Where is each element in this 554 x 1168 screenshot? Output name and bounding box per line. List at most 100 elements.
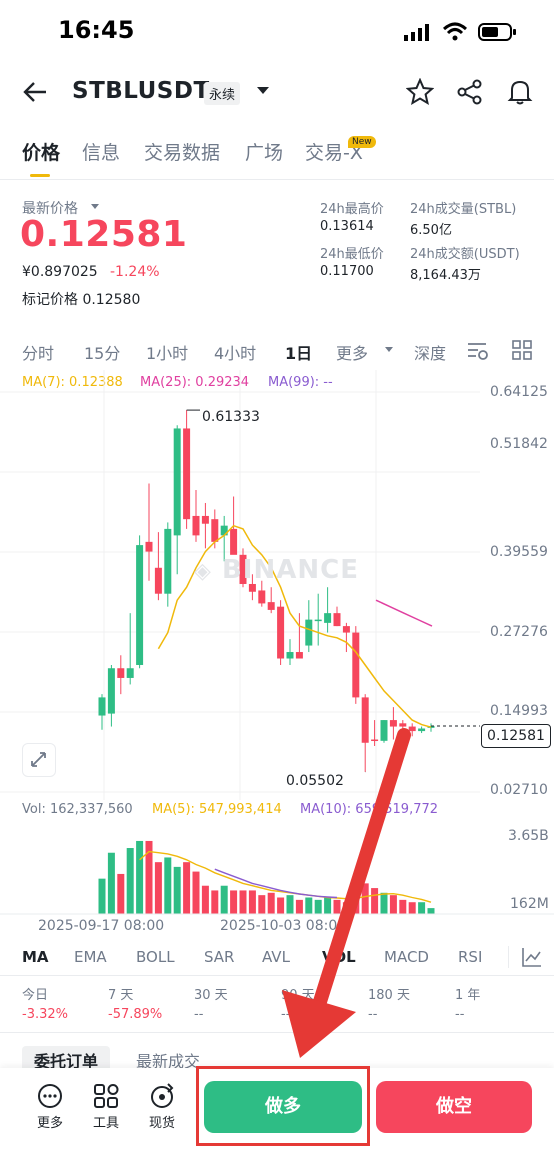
- perf-label: 30 天: [194, 988, 228, 1003]
- perf-value: --: [194, 1007, 204, 1022]
- fullscreen-button[interactable]: [22, 743, 56, 777]
- perf-value: -57.89%: [108, 1007, 163, 1022]
- interval-timeline[interactable]: 分时: [22, 340, 54, 364]
- indicator-rsi[interactable]: RSI: [458, 948, 482, 966]
- volume-bar: [314, 899, 322, 914]
- interval-1d[interactable]: 1日: [285, 340, 312, 364]
- spot-button[interactable]: [142, 1080, 182, 1116]
- candle-body: [361, 697, 369, 743]
- more-label[interactable]: 更多: [30, 1112, 70, 1131]
- vol-y-bottom: 162M: [510, 896, 549, 912]
- short-button[interactable]: 做空: [376, 1081, 532, 1133]
- wifi-icon: [442, 22, 468, 41]
- back-arrow-icon[interactable]: [22, 80, 48, 104]
- candle-body: [258, 590, 266, 604]
- caret-down-icon[interactable]: [256, 86, 270, 96]
- indicator-ema[interactable]: EMA: [74, 948, 107, 966]
- volume-bar: [267, 892, 275, 914]
- volume-bar: [427, 908, 435, 914]
- volume-bar: [380, 892, 388, 914]
- indicator-macd[interactable]: MACD: [384, 948, 429, 966]
- perf-label: 7 天: [108, 988, 134, 1003]
- star-icon[interactable]: [406, 78, 434, 106]
- perf-label: 1 年: [455, 988, 481, 1003]
- volume-bar: [211, 890, 219, 914]
- indicator-ma[interactable]: MA: [22, 948, 49, 966]
- tab-price[interactable]: 价格: [22, 138, 60, 165]
- volume-bar: [248, 890, 256, 914]
- x-tick-label: 2025-09-17 08:00: [38, 918, 165, 934]
- caret-down-icon[interactable]: [384, 346, 394, 354]
- volume-bar: [361, 883, 369, 914]
- interval-4h[interactable]: 4小时: [214, 340, 256, 364]
- indicator-vol[interactable]: VOL: [322, 948, 356, 966]
- y-tick-label: 0.14993: [490, 703, 548, 719]
- interval-more[interactable]: 更多: [336, 340, 368, 364]
- tools-grid-icon: [94, 1084, 119, 1108]
- vol-usdt-label: 24h成交额(USDT): [410, 247, 520, 262]
- tab-trading-data[interactable]: 交易数据: [144, 138, 220, 165]
- tab-square[interactable]: 广场: [245, 138, 283, 165]
- battery-icon: [478, 23, 516, 41]
- share-icon[interactable]: [456, 78, 484, 106]
- x-tick-label: 2025-10-03 08:00: [220, 918, 347, 934]
- indicator-sar[interactable]: SAR: [204, 948, 234, 966]
- highlight-box: [196, 1066, 370, 1146]
- caret-down-icon[interactable]: [90, 203, 100, 211]
- price-chart[interactable]: [0, 370, 554, 800]
- tab-info[interactable]: 信息: [82, 138, 120, 165]
- perf-label: 180 天: [368, 988, 410, 1003]
- volume-bar: [126, 848, 134, 914]
- candle-body: [211, 519, 219, 542]
- volume-bar: [136, 840, 144, 914]
- candle-body: [295, 652, 303, 659]
- high-24h-value: 0.13614: [320, 219, 374, 234]
- interval-depth[interactable]: 深度: [414, 340, 446, 364]
- perf-value: --: [368, 1007, 378, 1022]
- volume-chart[interactable]: [0, 820, 554, 916]
- indicator-settings-icon[interactable]: [466, 340, 490, 362]
- perf-value: -3.32%: [22, 1007, 68, 1022]
- volume-bar: [277, 897, 285, 914]
- candle-body: [408, 726, 416, 732]
- y-tick-label: 0.51842: [490, 436, 548, 452]
- interval-15m[interactable]: 15分: [84, 340, 120, 364]
- tools-label[interactable]: 工具: [86, 1112, 126, 1131]
- interval-1h[interactable]: 1小时: [146, 340, 188, 364]
- y-tick-label: 0.02710: [490, 782, 548, 798]
- layout-grid-icon[interactable]: [511, 339, 533, 361]
- candle-body: [98, 697, 106, 716]
- candle-body: [305, 619, 313, 646]
- interval-bar: 分时 15分 1小时 4小时 1日 更多 深度: [0, 336, 554, 364]
- indicator-bar: MA EMA BOLL SAR AVL VOL MACD RSI: [0, 940, 554, 976]
- candle-body: [183, 428, 191, 520]
- more-button[interactable]: [30, 1080, 70, 1116]
- y-tick-label: 0.27276: [490, 624, 548, 640]
- cny-price: ¥0.897025: [22, 264, 98, 280]
- contract-tag: 永续: [204, 82, 241, 105]
- volume-bar: [239, 890, 247, 914]
- volume-bar: [192, 871, 200, 914]
- bell-icon[interactable]: [506, 78, 534, 106]
- vol-usdt-value: 8,164.43万: [410, 268, 481, 283]
- candle-body: [201, 515, 209, 524]
- tools-button[interactable]: [86, 1080, 126, 1116]
- perf-label: 90 天: [281, 988, 315, 1003]
- indicator-boll[interactable]: BOLL: [136, 948, 175, 966]
- candle-body: [267, 602, 275, 610]
- pair-title[interactable]: STBLUSDT: [72, 78, 210, 104]
- spot-label[interactable]: 现货: [142, 1112, 182, 1131]
- volume-bar: [333, 899, 341, 914]
- volume-bar: [183, 862, 191, 914]
- status-bar: 16:45: [0, 0, 554, 64]
- candle-body: [145, 541, 153, 552]
- volume-bar: [154, 862, 162, 914]
- candle-body: [333, 613, 341, 627]
- vol-y-top: 3.65B: [508, 828, 549, 844]
- candle-body: [164, 528, 172, 594]
- high-annotation: 0.61333: [202, 409, 260, 425]
- volume-bar: [107, 852, 115, 914]
- indicator-avl[interactable]: AVL: [262, 948, 290, 966]
- binance-logo-icon: ◈: [194, 559, 212, 584]
- indicator-chart-icon[interactable]: [520, 945, 544, 969]
